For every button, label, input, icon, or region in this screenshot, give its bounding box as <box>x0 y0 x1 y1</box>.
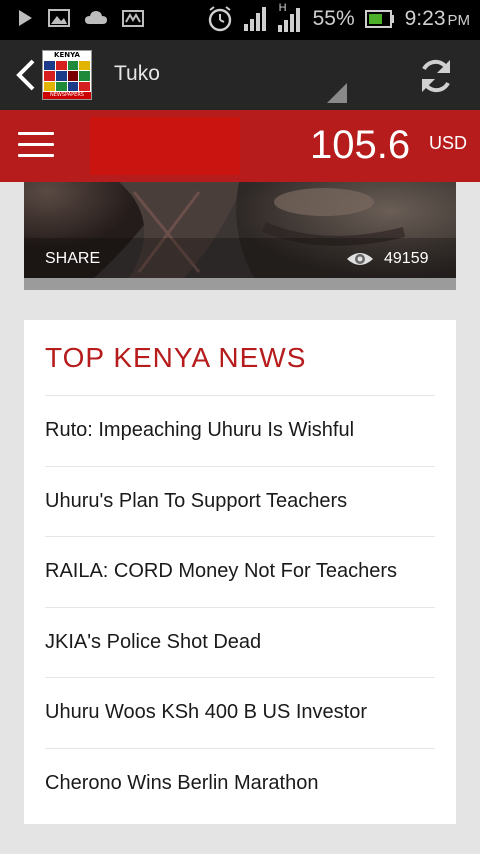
logo-bottom-text: NEWSPAPERS <box>43 92 91 99</box>
menu-icon[interactable] <box>18 132 54 160</box>
featured-story-image[interactable]: SHARE 49159 <box>24 182 456 278</box>
eye-icon <box>347 253 373 265</box>
status-bar: H 55% 9:23 PM <box>0 0 480 40</box>
cloud-icon <box>85 11 107 24</box>
news-item[interactable]: Cherono Wins Berlin Marathon <box>45 747 435 819</box>
action-bar: KENYA NEWSPAPERS Tuko <box>0 40 480 110</box>
news-item[interactable]: RAILA: CORD Money Not For Teachers <box>45 536 435 607</box>
toolbar: 105.6 USD <box>0 110 480 182</box>
mail-icon <box>122 10 144 27</box>
clock-time: 9:23 <box>404 7 446 30</box>
news-item[interactable]: Uhuru Woos KSh 400 B US Investor <box>45 677 435 748</box>
battery-percent: 55% <box>312 7 355 30</box>
system-icons: H 55% 9:23 PM <box>207 2 470 33</box>
logo-top-text: KENYA <box>54 51 80 59</box>
exchange-rate-value: 105.6 <box>310 123 411 167</box>
notification-icons <box>16 8 144 28</box>
news-item[interactable]: JKIA's Police Shot Dead <box>45 606 435 678</box>
play-icon <box>19 10 32 26</box>
signal-icon <box>243 7 266 31</box>
dropdown-indicator-icon[interactable] <box>327 83 347 103</box>
alarm-icon <box>208 6 231 32</box>
signal-h-icon: H <box>277 2 303 33</box>
views-count: 49159 <box>384 250 429 267</box>
image-icon <box>48 9 70 27</box>
app-logo[interactable]: KENYA NEWSPAPERS <box>42 50 92 100</box>
top-news-list: Ruto: Impeaching Uhuru Is Wishful Uhuru'… <box>45 395 435 818</box>
clock: 9:23 PM <box>405 7 470 31</box>
top-news-card: TOP KENYA NEWS Ruto: Impeaching Uhuru Is… <box>24 320 456 824</box>
refresh-icon[interactable] <box>414 54 458 98</box>
ad-banner[interactable] <box>90 117 240 175</box>
featured-story-card[interactable]: SHARE 49159 <box>24 182 456 290</box>
app-title[interactable]: Tuko <box>114 62 160 86</box>
top-news-heading: TOP KENYA NEWS <box>45 342 307 373</box>
clock-meridiem: PM <box>447 12 471 29</box>
share-button[interactable]: SHARE <box>45 250 100 268</box>
news-item[interactable]: Uhuru's Plan To Support Teachers <box>45 465 435 537</box>
back-icon[interactable] <box>14 58 38 92</box>
battery-icon <box>364 10 394 28</box>
news-item[interactable]: Ruto: Impeaching Uhuru Is Wishful <box>45 395 435 466</box>
exchange-rate-currency: USD <box>429 133 468 153</box>
logo-collage <box>43 60 91 92</box>
card-footer-strip <box>24 278 456 290</box>
